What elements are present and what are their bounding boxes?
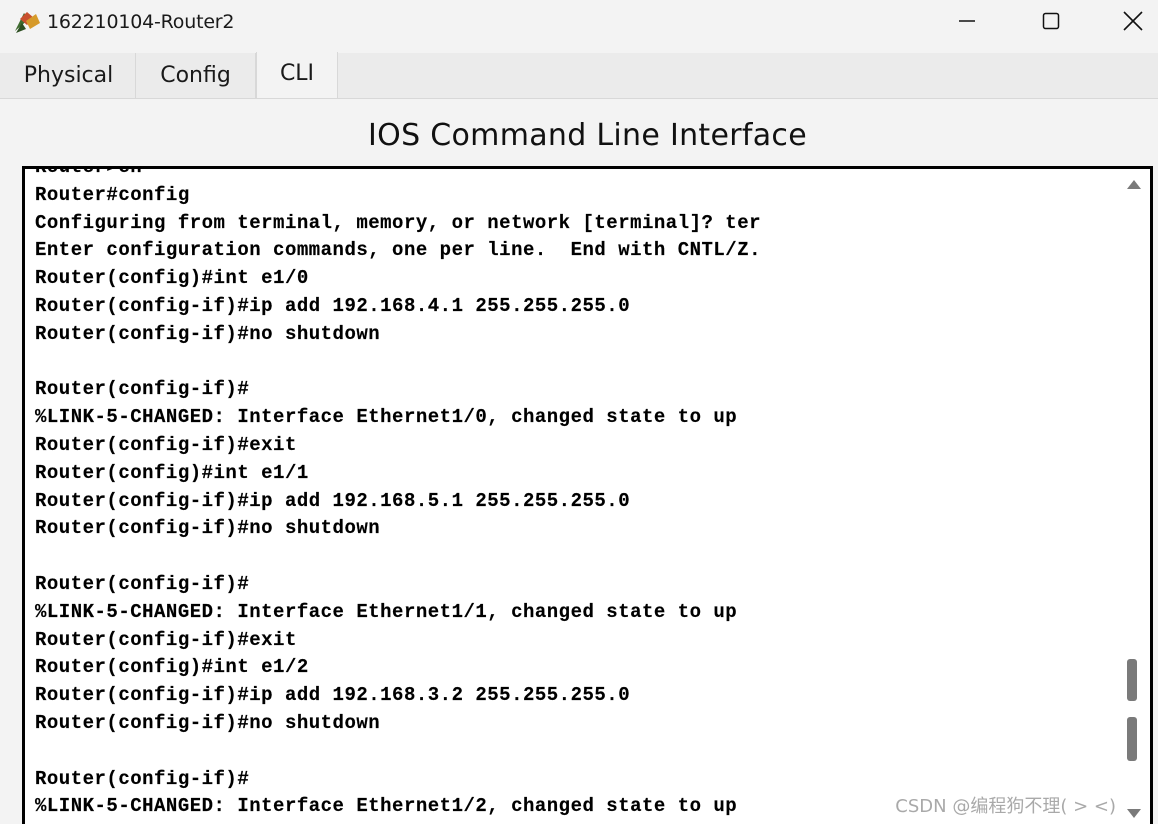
router-cli-window: 162210104-Router2 Physical Config CLI IO…: [0, 0, 1158, 824]
router-app-icon: [12, 9, 42, 35]
tab-bar: Physical Config CLI: [0, 52, 1158, 99]
terminal-line: Router(config-if)#no shutdown: [35, 517, 381, 540]
close-button[interactable]: [1108, 0, 1158, 46]
terminal-line: Router(config-if)#exit: [35, 433, 297, 456]
terminal-line: %LINK-5-CHANGED: Interface Ethernet1/1, …: [35, 600, 738, 623]
terminal-line: Router(config-if)#ip add 192.168.4.1 255…: [35, 294, 631, 317]
tab-cli[interactable]: CLI: [256, 52, 338, 98]
terminal-line: Router>en: [35, 166, 143, 178]
watermark: CSDN @编程狗不理( > <): [895, 796, 1116, 817]
terminal-output: Router>en Router#config Configuring from t…: [35, 166, 762, 821]
terminal-line: %LINK-5-CHANGED: Interface Ethernet1/0, …: [35, 406, 738, 429]
scrollbar-thumb[interactable]: [1127, 659, 1137, 701]
terminal-line: Router(config-if)#no shutdown: [35, 711, 381, 734]
terminal-line: Configuring from terminal, memory, or ne…: [35, 211, 762, 234]
scroll-down-icon[interactable]: [1127, 809, 1141, 818]
close-icon: [1122, 10, 1144, 36]
terminal-line: Router(config-if)#ip add 192.168.3.2 255…: [35, 684, 631, 707]
title-bar[interactable]: 162210104-Router2: [0, 0, 1158, 48]
page-title: IOS Command Line Interface: [368, 118, 807, 153]
terminal-line: Router(config)#int e1/2: [35, 656, 309, 679]
maximize-icon: [1041, 11, 1061, 35]
minimize-button[interactable]: [937, 0, 997, 46]
terminal-line: Router#config: [35, 183, 190, 206]
cli-terminal[interactable]: Router>en Router#config Configuring from t…: [22, 166, 1153, 824]
tab-physical[interactable]: Physical: [2, 53, 136, 98]
vertical-scrollbar[interactable]: [1116, 169, 1150, 824]
terminal-line: Router(config-if)#no shutdown: [35, 322, 381, 345]
terminal-line: Router(config-if)#: [35, 378, 250, 401]
terminal-line: Router(config-if)#: [35, 767, 250, 790]
scrollbar-thumb-lower[interactable]: [1127, 717, 1137, 761]
terminal-line: Enter configuration commands, one per li…: [35, 239, 762, 262]
terminal-line: Router(config-if)#: [35, 572, 250, 595]
terminal-line: %LINK-5-CHANGED: Interface Ethernet1/2, …: [35, 795, 738, 818]
terminal-line: Router(config)#int e1/0: [35, 267, 309, 290]
minimize-icon: [957, 11, 977, 35]
scroll-up-icon[interactable]: [1127, 180, 1141, 189]
terminal-line: Router(config-if)#exit: [35, 628, 297, 651]
maximize-button[interactable]: [1021, 0, 1081, 46]
window-title: 162210104-Router2: [47, 11, 235, 33]
tab-config[interactable]: Config: [136, 53, 256, 98]
terminal-line: Router(config-if)#ip add 192.168.5.1 255…: [35, 489, 631, 512]
terminal-line: Router(config)#int e1/1: [35, 461, 309, 484]
